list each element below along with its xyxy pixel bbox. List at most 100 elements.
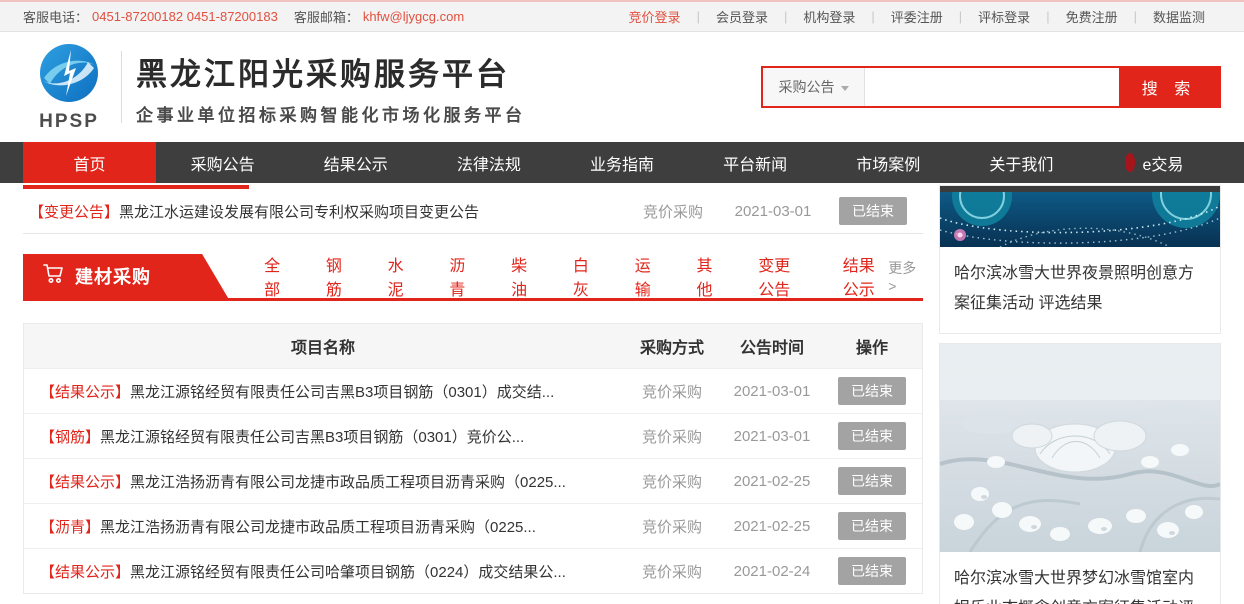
project-title[interactable]: 【结果公示】黑龙江源铭经贸有限责任公司吉黑B3项目钢筋（0301）成交结... xyxy=(24,381,622,402)
table-header: 项目名称 采购方式 公告时间 操作 xyxy=(24,324,922,368)
nav-e-trade[interactable]: e交易 xyxy=(1088,142,1221,183)
nav-laws[interactable]: 法律法规 xyxy=(422,142,555,183)
main-column: 【变更公告】黑龙江水运建设发展有限公司专利权采购项目变更公告 竞价采购 2021… xyxy=(23,185,923,604)
project-table: 项目名称 采购方式 公告时间 操作 【结果公示】黑龙江源铭经贸有限责任公司吉黑B… xyxy=(23,323,923,594)
tab-result-notice[interactable]: 结果公示 xyxy=(843,252,889,300)
section-title: 建材采购 xyxy=(75,263,151,289)
project-tag: 【结果公示】 xyxy=(40,384,130,401)
news-card[interactable]: 哈尔滨冰雪大世界夜景照明创意方案征集活动 评选结果 xyxy=(939,185,1221,334)
section-title-tab[interactable]: 建材采购 xyxy=(23,254,228,298)
table-row: 【沥青】黑龙江浩扬沥青有限公司龙捷市政品质工程项目沥青采购（0225... 竞价… xyxy=(24,503,922,548)
nav-results[interactable]: 结果公示 xyxy=(289,142,422,183)
nav-platform-news[interactable]: 平台新闻 xyxy=(689,142,822,183)
notice-title[interactable]: 【变更公告】黑龙江水运建设发展有限公司专利权采购项目变更公告 xyxy=(23,201,623,222)
table-row: 【结果公示】黑龙江源铭经贸有限责任公司哈肇项目钢筋（0224）成交结果公... … xyxy=(24,548,922,593)
col-method: 采购方式 xyxy=(622,334,722,358)
status-badge[interactable]: 已结束 xyxy=(838,512,906,540)
nav-procurement-notices[interactable]: 采购公告 xyxy=(156,142,289,183)
notice-date: 2021-03-01 xyxy=(723,203,823,220)
building-materials-section-header: 建材采购 全部 钢筋 水泥 沥青 柴油 白灰 运输 其他 变更公告 结果公示 更… xyxy=(23,254,923,301)
status-badge[interactable]: 已结束 xyxy=(838,422,906,450)
topbar-links: 竞价登录| 会员登录| 机构登录| 评委注册| 评标登录| 免费注册| 数据监测 xyxy=(613,7,1221,26)
search-category-dropdown[interactable]: 采购公告 xyxy=(763,68,865,106)
tab-rebar[interactable]: 钢筋 xyxy=(326,252,349,300)
project-title[interactable]: 【沥青】黑龙江浩扬沥青有限公司龙捷市政品质工程项目沥青采购（0225... xyxy=(24,516,622,537)
more-link[interactable]: 更多> xyxy=(888,258,923,294)
project-date: 2021-03-01 xyxy=(722,383,822,400)
snow-world-aerial-image xyxy=(940,344,1220,552)
header: HPSP 黑龙江阳光采购服务平台 企事业单位招标采购智能化市场化服务平台 采购公… xyxy=(0,32,1244,142)
table-row: 【结果公示】黑龙江源铭经贸有限责任公司吉黑B3项目钢筋（0301）成交结... … xyxy=(24,368,922,413)
tab-cement[interactable]: 水泥 xyxy=(388,252,411,300)
status-badge[interactable]: 已结束 xyxy=(838,377,906,405)
cart-icon xyxy=(43,263,65,289)
col-date: 公告时间 xyxy=(722,334,822,358)
search-category-value: 采购公告 xyxy=(779,77,835,97)
project-title[interactable]: 【结果公示】黑龙江源铭经贸有限责任公司哈肇项目钢筋（0224）成交结果公... xyxy=(24,561,622,582)
email-address[interactable]: khfw@ljygcg.com xyxy=(363,9,464,24)
main-nav: 首页 采购公告 结果公示 法律法规 业务指南 平台新闻 市场案例 关于我们 e交… xyxy=(0,142,1244,183)
link-member-login[interactable]: 会员登录 xyxy=(700,7,784,26)
category-tabs: 全部 钢筋 水泥 沥青 柴油 白灰 运输 其他 变更公告 结果公示 xyxy=(264,254,888,298)
status-badge[interactable]: 已结束 xyxy=(838,467,906,495)
project-method: 竞价采购 xyxy=(622,516,722,537)
notice-tag: 【变更公告】 xyxy=(29,204,119,221)
header-divider xyxy=(121,51,122,123)
logo[interactable]: HPSP xyxy=(23,42,115,133)
col-action: 操作 xyxy=(822,334,922,358)
project-date: 2021-02-25 xyxy=(722,473,822,490)
link-eval-login[interactable]: 评标登录 xyxy=(962,7,1046,26)
tab-diesel[interactable]: 柴油 xyxy=(511,252,534,300)
project-date: 2021-03-01 xyxy=(722,428,822,445)
tab-all[interactable]: 全部 xyxy=(264,252,287,300)
search-button[interactable]: 搜 索 xyxy=(1119,68,1219,106)
col-project-name: 项目名称 xyxy=(24,334,622,358)
e-trade-icon xyxy=(1125,153,1135,172)
link-free-register[interactable]: 免费注册 xyxy=(1050,7,1134,26)
project-method: 竞价采购 xyxy=(622,381,722,402)
project-tag: 【沥青】 xyxy=(40,519,100,536)
nav-about-us[interactable]: 关于我们 xyxy=(955,142,1088,183)
tab-other[interactable]: 其他 xyxy=(696,252,719,300)
news-caption[interactable]: 哈尔滨冰雪大世界夜景照明创意方案征集活动 评选结果 xyxy=(940,247,1220,333)
phone-label: 客服电话： xyxy=(23,7,88,26)
topbar: 客服电话： 0451-87200182 0451-87200183 客服邮箱： … xyxy=(0,0,1244,32)
nav-home[interactable]: 首页 xyxy=(23,142,156,183)
search-bar: 采购公告 搜 索 xyxy=(761,66,1221,108)
project-method: 竞价采购 xyxy=(622,561,722,582)
project-method: 竞价采购 xyxy=(622,426,722,447)
project-tag: 【结果公示】 xyxy=(40,474,130,491)
tab-asphalt[interactable]: 沥青 xyxy=(449,252,472,300)
nav-market-cases[interactable]: 市场案例 xyxy=(822,142,955,183)
project-tag: 【钢筋】 xyxy=(40,429,100,446)
link-org-login[interactable]: 机构登录 xyxy=(787,7,871,26)
project-date: 2021-02-25 xyxy=(722,518,822,535)
project-method: 竞价采购 xyxy=(622,471,722,492)
notice-method: 竞价采购 xyxy=(623,201,723,222)
project-title[interactable]: 【结果公示】黑龙江浩扬沥青有限公司龙捷市政品质工程项目沥青采购（0225... xyxy=(24,471,622,492)
tab-lime[interactable]: 白灰 xyxy=(573,252,596,300)
table-row: 【结果公示】黑龙江浩扬沥青有限公司龙捷市政品质工程项目沥青采购（0225... … xyxy=(24,458,922,503)
status-badge[interactable]: 已结束 xyxy=(838,557,906,585)
tab-change-notice[interactable]: 变更公告 xyxy=(758,252,804,300)
link-judge-register[interactable]: 评委注册 xyxy=(875,7,959,26)
status-badge[interactable]: 已结束 xyxy=(839,197,907,225)
chevron-down-icon xyxy=(841,86,849,91)
email-label: 客服邮箱： xyxy=(294,7,359,26)
news-caption[interactable]: 哈尔滨冰雪大世界梦幻冰雪馆室内娱乐业态概念创意方案征集活动评选结果 xyxy=(940,552,1220,604)
tab-transport[interactable]: 运输 xyxy=(635,252,658,300)
sidebar: 哈尔滨冰雪大世界夜景照明创意方案征集活动 评选结果 xyxy=(939,185,1221,604)
news-card[interactable]: 哈尔滨冰雪大世界梦幻冰雪馆室内娱乐业态概念创意方案征集活动评选结果 xyxy=(939,343,1221,604)
project-title[interactable]: 【钢筋】黑龙江源铭经贸有限责任公司吉黑B3项目钢筋（0301）竞价公... xyxy=(24,426,622,447)
topbar-contacts: 客服电话： 0451-87200182 0451-87200183 客服邮箱： … xyxy=(23,7,464,26)
link-data-monitor[interactable]: 数据监测 xyxy=(1137,7,1221,26)
logo-icon xyxy=(38,42,100,109)
notice-row: 【变更公告】黑龙江水运建设发展有限公司专利权采购项目变更公告 竞价采购 2021… xyxy=(23,189,923,234)
search-input[interactable] xyxy=(865,68,1119,106)
ice-world-night-image xyxy=(940,192,1220,247)
link-bidding-login[interactable]: 竞价登录 xyxy=(613,7,697,26)
project-tag: 【结果公示】 xyxy=(40,564,130,581)
nav-business-guide[interactable]: 业务指南 xyxy=(555,142,688,183)
table-row: 【钢筋】黑龙江源铭经贸有限责任公司吉黑B3项目钢筋（0301）竞价公... 竞价… xyxy=(24,413,922,458)
logo-text: HPSP xyxy=(39,111,99,133)
